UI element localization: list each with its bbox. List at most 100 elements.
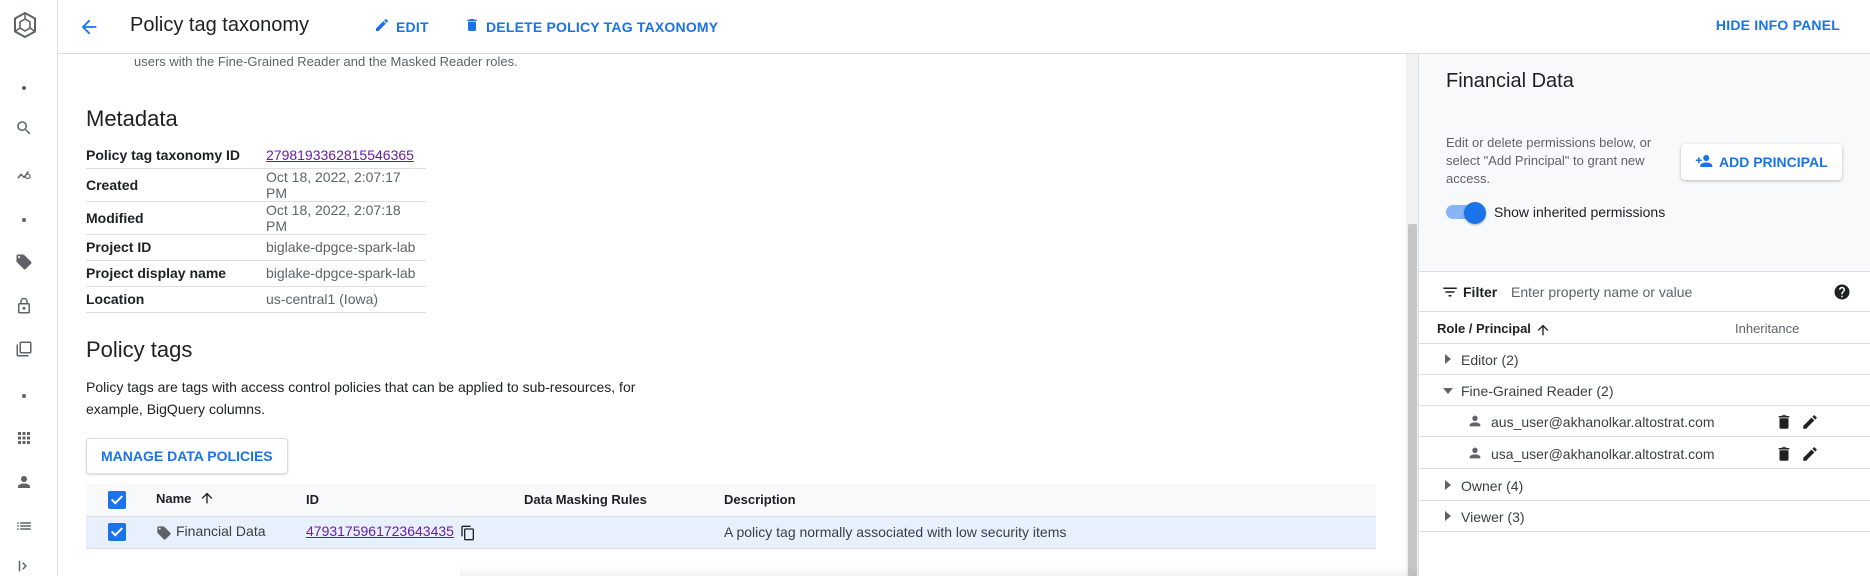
delete-icon[interactable] [1775, 413, 1793, 434]
intro-text: users with the Fine-Grained Reader and t… [134, 54, 518, 69]
policy-tags-table: Name ID Data Masking Rules Description F… [86, 484, 1376, 549]
table-header-row: Name ID Data Masking Rules Description [86, 484, 1376, 517]
select-all-checkbox[interactable] [108, 490, 126, 509]
collapse-caret-icon[interactable] [1443, 388, 1453, 394]
metadata-key: Created [86, 168, 266, 202]
copy-layers-icon[interactable] [12, 337, 36, 361]
role-group-label: Owner (4) [1461, 478, 1524, 494]
sort-ascending-icon[interactable] [199, 490, 215, 509]
tag-icon [156, 523, 176, 540]
table-row[interactable]: Financial Data 4793175961723643435 A pol… [86, 516, 1376, 549]
role-principal-column[interactable]: Role / Principal [1437, 321, 1551, 338]
person-add-icon [1695, 152, 1713, 173]
left-nav [0, 0, 58, 576]
add-principal-button[interactable]: ADD PRINCIPAL [1681, 144, 1842, 180]
principal-row: usa_user@akhanolkar.altostrat.com [1419, 438, 1870, 469]
delete-icon[interactable] [1775, 445, 1793, 466]
column-header-id: ID [306, 484, 524, 517]
nav-dot [22, 86, 26, 90]
expand-caret-icon[interactable] [1445, 511, 1451, 521]
help-icon[interactable] [1833, 283, 1851, 306]
filter-input[interactable] [1511, 280, 1831, 304]
policy-tags-description: Policy tags are tags with access control… [86, 379, 636, 417]
policy-tag-id-link[interactable]: 4793175961723643435 [306, 523, 454, 539]
metadata-key: Location [86, 286, 266, 313]
metadata-value: Oct 18, 2022, 2:07:17 PM [266, 168, 426, 202]
row-checkbox[interactable] [108, 523, 126, 542]
principal-row: aus_user@akhanolkar.altostrat.com [1419, 406, 1870, 437]
search-icon[interactable] [12, 116, 36, 140]
column-header-label: Name [156, 491, 192, 507]
metadata-key: Policy tag taxonomy ID [86, 142, 266, 169]
principal-email: aus_user@akhanolkar.altostrat.com [1491, 414, 1715, 430]
metadata-row: Location us-central1 (Iowa) [86, 286, 426, 313]
hide-info-panel-button[interactable]: HIDE INFO PANEL [1716, 17, 1840, 33]
back-arrow-icon[interactable] [76, 14, 102, 40]
metadata-value: Oct 18, 2022, 2:07:18 PM [266, 201, 426, 235]
tag-icon[interactable] [12, 250, 36, 274]
row-select-cell [86, 516, 156, 549]
name-cell: Financial Data [156, 516, 306, 549]
taxonomy-id-link[interactable]: 2798193362815546365 [266, 142, 426, 169]
pencil-icon[interactable] [1801, 445, 1819, 466]
copy-icon[interactable] [454, 523, 476, 540]
scrollbar-thumb[interactable] [1408, 224, 1417, 576]
nav-dot [22, 218, 26, 222]
metadata-value: biglake-dpgce-spark-lab [266, 260, 426, 287]
role-group-viewer[interactable]: Viewer (3) [1419, 501, 1870, 532]
apps-grid-icon[interactable] [12, 426, 36, 450]
role-group-owner[interactable]: Owner (4) [1419, 470, 1870, 501]
filter-bar: Filter [1419, 272, 1870, 312]
person-icon[interactable] [12, 470, 36, 494]
toggle-knob [1464, 202, 1486, 224]
metadata-row: Policy tag taxonomy ID 27981933628155463… [86, 142, 426, 169]
page-header: Policy tag taxonomy EDIT DELETE POLICY T… [58, 0, 1870, 54]
policy-tag-name: Financial Data [176, 523, 266, 540]
masking-cell [524, 516, 724, 549]
id-cell: 4793175961723643435 [306, 516, 524, 549]
column-header-masking: Data Masking Rules [524, 484, 724, 517]
role-group-fine-grained-reader[interactable]: Fine-Grained Reader (2) [1419, 375, 1870, 406]
edit-button-label: EDIT [396, 18, 429, 35]
lock-icon[interactable] [12, 294, 36, 318]
metadata-value: us-central1 (Iowa) [266, 286, 426, 313]
show-inherited-toggle[interactable] [1446, 202, 1486, 224]
filter-icon [1441, 283, 1459, 306]
column-header-name[interactable]: Name [156, 484, 306, 517]
filter-label: Filter [1463, 284, 1498, 300]
bottom-shadow [460, 566, 1420, 576]
main-content: users with the Fine-Grained Reader and t… [58, 54, 1418, 576]
edit-button[interactable]: EDIT [374, 17, 429, 36]
column-header-description: Description [724, 484, 1376, 517]
delete-taxonomy-button[interactable]: DELETE POLICY TAG TAXONOMY [464, 17, 718, 36]
info-panel-title: Financial Data [1446, 70, 1574, 92]
page-title: Policy tag taxonomy [130, 14, 309, 36]
metadata-row: Created Oct 18, 2022, 2:07:17 PM [86, 168, 426, 202]
info-panel-header: Financial Data Edit or delete permission… [1419, 54, 1870, 272]
product-logo-icon[interactable] [10, 10, 40, 40]
expand-caret-icon[interactable] [1445, 480, 1451, 490]
role-group-label: Viewer (3) [1461, 509, 1525, 525]
select-all-cell [86, 484, 156, 517]
expand-nav-icon[interactable] [12, 554, 36, 576]
metadata-value: biglake-dpgce-spark-lab [266, 234, 426, 261]
metadata-row: Project ID biglake-dpgce-spark-lab [86, 234, 426, 261]
list-icon[interactable] [12, 514, 36, 538]
role-principal-label: Role / Principal [1437, 321, 1531, 336]
expand-caret-icon[interactable] [1445, 354, 1451, 364]
pencil-icon [374, 17, 390, 36]
role-group-label: Editor (2) [1461, 352, 1519, 368]
inheritance-column: Inheritance [1735, 321, 1800, 336]
principal-email: usa_user@akhanolkar.altostrat.com [1491, 446, 1715, 462]
manage-data-policies-button[interactable]: MANAGE DATA POLICIES [86, 438, 288, 474]
metadata-heading: Metadata [86, 106, 178, 131]
insights-icon[interactable] [12, 162, 36, 186]
description-cell: A policy tag normally associated with lo… [724, 516, 1376, 549]
toggle-label: Show inherited permissions [1494, 204, 1666, 220]
trash-icon [464, 17, 480, 36]
sort-ascending-icon [1537, 324, 1549, 335]
pencil-icon[interactable] [1801, 413, 1819, 434]
add-principal-label: ADD PRINCIPAL [1719, 154, 1828, 170]
delete-button-label: DELETE POLICY TAG TAXONOMY [486, 18, 719, 35]
role-group-editor[interactable]: Editor (2) [1419, 344, 1870, 375]
